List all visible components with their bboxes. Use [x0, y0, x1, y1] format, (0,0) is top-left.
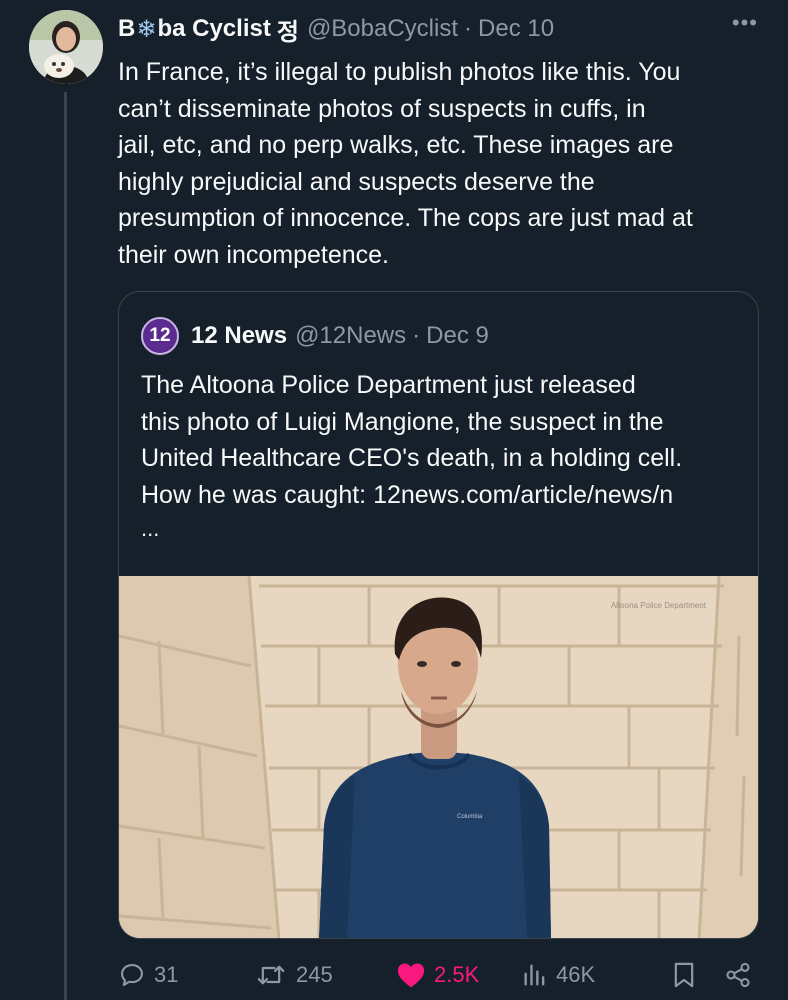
author-name-hangul: 정	[276, 18, 299, 46]
heart-icon	[397, 963, 425, 988]
thread-line	[64, 92, 67, 1000]
quoted-tweet-date[interactable]: Dec 9	[426, 322, 489, 350]
author-name-prefix: B	[118, 15, 136, 42]
author-name[interactable]: B ❄ ba Cyclist 정	[118, 12, 299, 47]
quoted-separator-dot: ·	[412, 322, 421, 349]
quoted-tweet-ellipsis: ...	[141, 516, 160, 541]
photo-watermark: Altoona Police Department	[610, 601, 706, 610]
more-options-icon[interactable]: •••	[732, 10, 758, 36]
views-count: 46K	[556, 962, 596, 987]
tweet-header: B ❄ ba Cyclist 정 @BobaCyclist · Dec 10 •••	[118, 10, 758, 47]
repost-button[interactable]: 245	[254, 955, 333, 995]
quoted-author-handle[interactable]: @12News	[295, 322, 406, 350]
action-bar: 31 245 2.5K 46K	[118, 955, 758, 995]
reply-icon	[121, 964, 143, 986]
views-icon	[524, 964, 545, 986]
quoted-tweet-header: 12 12 News @12News · Dec 9	[141, 317, 489, 355]
author-handle[interactable]: @BobaCyclist	[307, 15, 458, 43]
quoted-tweet[interactable]: 12 12 News @12News · Dec 9 The Altoona P…	[118, 291, 759, 939]
snowflake-icon: ❄	[136, 15, 157, 43]
tweet: B ❄ ba Cyclist 정 @BobaCyclist · Dec 10 ••• …	[0, 0, 788, 1000]
shirt-logo: Columbia	[457, 814, 483, 820]
quoted-tweet-text: The Altoona Police Department just relea…	[141, 371, 683, 509]
quoted-tweet-photo[interactable]: Columbia Altoona Police Department	[119, 576, 758, 938]
tweet-date[interactable]: Dec 10	[478, 15, 554, 43]
bookmark-icon	[674, 962, 694, 988]
share-button[interactable]	[724, 955, 760, 995]
views-button[interactable]: 46K	[522, 955, 595, 995]
quoted-author-avatar[interactable]: 12	[141, 317, 179, 355]
author-name-suffix: ba Cyclist	[157, 15, 271, 42]
share-icon	[726, 962, 750, 988]
bookmark-button[interactable]	[672, 955, 704, 995]
quoted-author-name[interactable]: 12 News	[191, 322, 287, 350]
repost-icon	[257, 965, 285, 985]
author-avatar[interactable]	[29, 10, 103, 84]
separator-dot: ·	[464, 15, 473, 42]
repost-count: 245	[296, 962, 333, 987]
like-count: 2.5K	[434, 962, 480, 987]
reply-button[interactable]: 31	[118, 955, 178, 995]
tweet-text: In France, it’s illegal to publish photo…	[118, 58, 693, 269]
like-button[interactable]: 2.5K	[396, 955, 479, 995]
reply-count: 31	[154, 962, 179, 987]
